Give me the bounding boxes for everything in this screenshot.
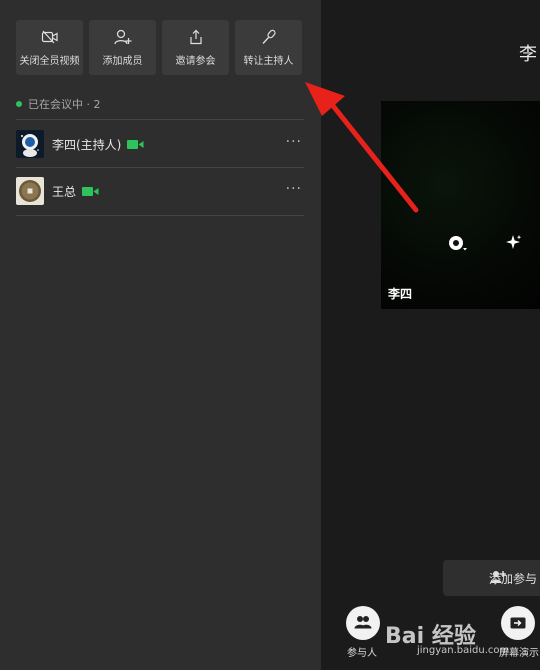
screen-share-icon (510, 614, 526, 633)
member-name: 李四(主持人) (52, 137, 122, 152)
microphone-icon (260, 28, 278, 46)
add-member-button[interactable]: 添加成员 (89, 20, 156, 75)
host-toolbar: 关闭全员视频 添加成员 邀请参会 转让主持人 (16, 20, 302, 75)
member-name: 王总 (52, 184, 77, 199)
stop-all-video-label: 关闭全员视频 (19, 56, 80, 67)
online-dot (16, 101, 22, 107)
stop-all-video-button[interactable]: 关闭全员视频 (16, 20, 83, 75)
invite-button[interactable]: 邀请参会 (162, 20, 229, 75)
camera-on-icon (82, 186, 99, 197)
more-options-button[interactable]: ··· (286, 134, 302, 150)
add-participant-button[interactable]: 添加参与 (443, 560, 540, 596)
add-member-icon (113, 28, 132, 46)
add-member-label: 添加成员 (102, 56, 143, 67)
transfer-host-button[interactable]: 转让主持人 (235, 20, 302, 75)
meeting-status: 已在会议中 · 2 (16, 96, 101, 112)
transfer-host-label: 转让主持人 (243, 56, 294, 67)
baidu-watermark-url: jingyan.baidu.com (417, 645, 510, 656)
meeting-title: 李 (519, 44, 537, 65)
participants-button[interactable] (346, 606, 380, 640)
sparkle-icon[interactable] (505, 234, 523, 256)
screen-share-button[interactable] (501, 606, 535, 640)
camera-on-icon (127, 139, 144, 150)
member-row-host[interactable]: 李四(主持人) ··· (16, 120, 304, 168)
divider (16, 215, 304, 216)
invite-label: 邀请参会 (175, 56, 216, 67)
camera-switch-icon[interactable] (447, 234, 469, 258)
participants-label: 参与人 (347, 648, 377, 659)
people-icon (354, 614, 372, 633)
more-options-button[interactable]: ··· (286, 181, 302, 197)
video-off-icon (41, 28, 59, 46)
tile-participant-name: 李四 (388, 287, 413, 301)
member-row[interactable]: 王总 ··· (16, 167, 304, 215)
avatar-astronaut (16, 130, 44, 158)
video-tile[interactable] (381, 101, 540, 309)
add-person-icon (490, 570, 506, 587)
meeting-status-text: 已在会议中 · 2 (28, 98, 101, 111)
share-icon (187, 28, 205, 46)
participants-panel: 关闭全员视频 添加成员 邀请参会 转让主持人 已在会议中 · 2 李四(主持人)… (0, 0, 321, 670)
avatar-coin (16, 177, 44, 205)
